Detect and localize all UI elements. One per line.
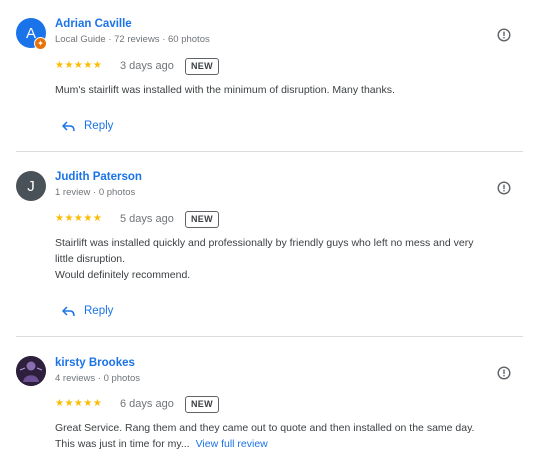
local-guide-badge-icon: ✦ <box>34 37 47 50</box>
reply-label: Reply <box>84 305 114 317</box>
view-full-review-link[interactable]: View full review <box>196 438 268 450</box>
review-text-line: Would definitely recommend. <box>55 269 191 281</box>
reviewer-meta: Local Guide · 72 reviews · 60 photos <box>55 34 210 45</box>
reply-label: Reply <box>84 120 114 132</box>
review-text-line: This was just in time for my... View full… <box>55 436 525 452</box>
review-date: 3 days ago <box>120 60 174 72</box>
star-rating: ★★★★★ <box>55 398 103 409</box>
star-rating: ★★★★★ <box>55 213 103 224</box>
reviewer-name[interactable]: kirsty Brookes <box>55 357 135 369</box>
report-icon[interactable] <box>497 28 511 42</box>
divider <box>16 151 523 152</box>
reply-button[interactable]: Reply <box>62 305 113 317</box>
reply-button[interactable]: Reply <box>62 120 113 132</box>
report-icon[interactable] <box>497 181 511 195</box>
reviewer-name[interactable]: Judith Paterson <box>55 171 142 183</box>
reviewer-meta: 4 reviews · 0 photos <box>55 373 141 384</box>
review-text: Mum's stairlift was installed with the m… <box>55 84 395 96</box>
review-date: 6 days ago <box>120 398 174 410</box>
review-text-truncated: This was just in time for my... <box>55 438 190 450</box>
profile-photo-icon <box>16 356 46 386</box>
review-date: 5 days ago <box>120 213 174 225</box>
reviewer-name[interactable]: Adrian Caville <box>55 18 132 30</box>
reviewer-meta: 1 review · 0 photos <box>55 187 136 198</box>
star-rating: ★★★★★ <box>55 60 103 71</box>
report-icon[interactable] <box>497 366 511 380</box>
reply-icon <box>62 120 75 131</box>
review-text-line: little disruption. <box>55 253 126 265</box>
new-badge: NEW <box>185 58 219 75</box>
review-text-line: Great Service. Rang them and they came o… <box>55 422 475 434</box>
review-text: Great Service. Rang them and they came o… <box>55 420 525 452</box>
new-badge: NEW <box>185 211 219 228</box>
review-text: Stairlift was installed quickly and prof… <box>55 235 525 283</box>
new-badge: NEW <box>185 396 219 413</box>
profile-photo-avatar[interactable] <box>16 356 46 386</box>
review-text-line: Stairlift was installed quickly and prof… <box>55 237 474 249</box>
avatar[interactable]: J <box>16 171 46 201</box>
reply-icon <box>62 305 75 316</box>
divider <box>16 336 523 337</box>
